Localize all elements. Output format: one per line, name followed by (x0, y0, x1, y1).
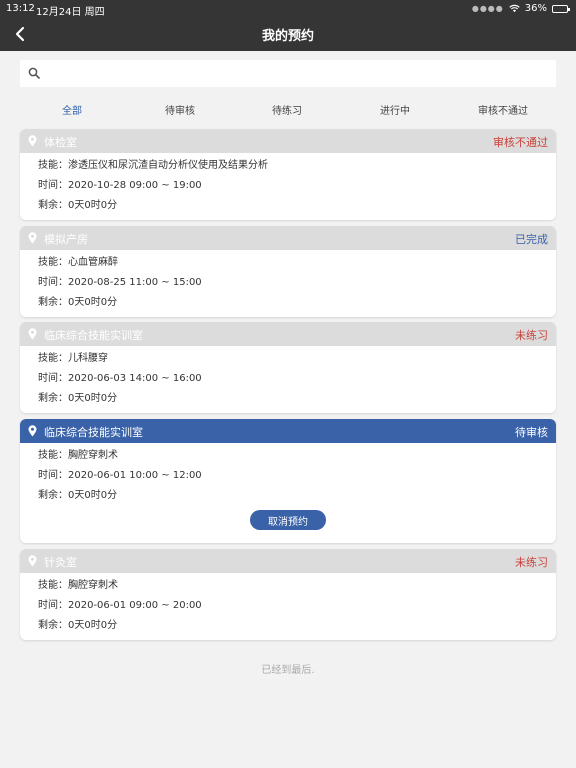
time-label: 时间： (38, 600, 68, 611)
card-body: 技能：胸腔穿刺术 时间：2020-06-01 10:00 ~ 12:00 剩余：… (20, 443, 556, 509)
location-pin-icon (28, 555, 37, 567)
status-badge: 未练习 (515, 556, 548, 569)
tab-all[interactable]: 全部 (27, 102, 117, 117)
appointment-card[interactable]: 临床综合技能实训室 未练习 技能：儿科腰穿 时间：2020-06-03 14:0… (20, 322, 556, 413)
search-input[interactable] (46, 63, 546, 84)
time-label: 时间： (38, 277, 68, 288)
remain-row: 剩余：0天0时0分 (38, 296, 556, 316)
skill-value: 儿科腰穿 (68, 353, 108, 364)
appointment-card[interactable]: 临床综合技能实训室 待审核 技能：胸腔穿刺术 时间：2020-06-01 10:… (20, 419, 556, 543)
skill-row: 技能：心血管麻醉 (38, 256, 556, 276)
skill-value: 心血管麻醉 (68, 257, 118, 268)
location-pin-icon (28, 425, 37, 437)
location-pin-icon (28, 232, 37, 244)
time-row: 时间：2020-08-25 11:00 ~ 15:00 (38, 276, 556, 296)
card-body: 技能：儿科腰穿 时间：2020-06-03 14:00 ~ 16:00 剩余：0… (20, 346, 556, 412)
remain-label: 剩余： (38, 490, 68, 501)
end-of-list-text: 已经到最后. (261, 665, 315, 676)
appointment-card[interactable]: 针灸室 未练习 技能：胸腔穿刺术 时间：2020-06-01 09:00 ~ 2… (20, 549, 556, 640)
battery-percent: 36% (524, 3, 547, 14)
skill-value: 渗透压仪和尿沉渣自动分析仪使用及结果分析 (68, 160, 268, 171)
page-title: 我的预约 (261, 29, 314, 44)
card-body: 技能：心血管麻醉 时间：2020-08-25 11:00 ~ 15:00 剩余：… (20, 250, 556, 316)
time-row: 时间：2020-06-03 14:00 ~ 16:00 (38, 372, 556, 392)
remain-label: 剩余： (38, 297, 68, 308)
remain-value: 0天0时0分 (68, 620, 118, 631)
card-body: 技能：胸腔穿刺术 时间：2020-06-01 09:00 ~ 20:00 剩余：… (20, 573, 556, 639)
room-name: 模拟产房 (44, 233, 88, 246)
tab-pending-practice[interactable]: 待练习 (242, 102, 332, 117)
remain-value: 0天0时0分 (68, 490, 118, 501)
time-label: 时间： (38, 470, 68, 481)
status-badge: 未练习 (515, 329, 548, 342)
remain-value: 0天0时0分 (68, 297, 118, 308)
room-name: 临床综合技能实训室 (44, 329, 143, 342)
time-value: 2020-08-25 11:00 ~ 15:00 (68, 277, 202, 288)
remain-value: 0天0时0分 (68, 393, 118, 404)
time-value: 2020-06-01 09:00 ~ 20:00 (68, 600, 202, 611)
time-value: 2020-06-01 10:00 ~ 12:00 (68, 470, 202, 481)
time-label: 时间： (38, 180, 68, 191)
time-row: 时间：2020-06-01 10:00 ~ 12:00 (38, 469, 556, 489)
status-bar: 13:12 12月24日 周四 ●●●● 36% (0, 0, 576, 18)
status-date: 12月24日 周四 (36, 7, 105, 18)
skill-value: 胸腔穿刺术 (68, 450, 118, 461)
location-pin-icon (28, 328, 37, 340)
time-label: 时间： (38, 373, 68, 384)
status-right: ●●●● 36% (471, 3, 570, 14)
battery-icon (552, 4, 570, 13)
card-header: 体检室 审核不通过 (20, 129, 556, 153)
skill-label: 技能： (38, 580, 68, 591)
skill-row: 技能：胸腔穿刺术 (38, 579, 556, 599)
search-bar[interactable] (20, 60, 556, 87)
status-time: 13:12 (6, 3, 35, 14)
time-value: 2020-10-28 09:00 ~ 19:00 (68, 180, 202, 191)
status-badge: 审核不通过 (493, 136, 548, 149)
time-row: 时间：2020-06-01 09:00 ~ 20:00 (38, 599, 556, 619)
skill-row: 技能：儿科腰穿 (38, 352, 556, 372)
remain-label: 剩余： (38, 620, 68, 631)
appointment-card[interactable]: 模拟产房 已完成 技能：心血管麻醉 时间：2020-08-25 11:00 ~ … (20, 226, 556, 317)
room-name: 针灸室 (44, 556, 77, 569)
status-badge: 待审核 (515, 426, 548, 439)
signal-dots-icon: ●●●● (471, 4, 504, 13)
status-badge: 已完成 (515, 233, 548, 246)
remain-row: 剩余：0天0时0分 (38, 619, 556, 639)
tab-rejected[interactable]: 审核不通过 (458, 102, 548, 117)
skill-value: 胸腔穿刺术 (68, 580, 118, 591)
card-header: 临床综合技能实训室 待审核 (20, 419, 556, 443)
card-body: 技能：渗透压仪和尿沉渣自动分析仪使用及结果分析 时间：2020-10-28 09… (20, 153, 556, 219)
time-value: 2020-06-03 14:00 ~ 16:00 (68, 373, 202, 384)
card-header: 针灸室 未练习 (20, 549, 556, 573)
remain-row: 剩余：0天0时0分 (38, 199, 556, 219)
skill-label: 技能： (38, 450, 68, 461)
remain-row: 剩余：0天0时0分 (38, 392, 556, 412)
nav-bar: 我的预约 (0, 17, 576, 51)
tab-in-progress[interactable]: 进行中 (350, 102, 440, 117)
card-header: 临床综合技能实训室 未练习 (20, 322, 556, 346)
card-header: 模拟产房 已完成 (20, 226, 556, 250)
wifi-icon (509, 4, 520, 13)
remain-value: 0天0时0分 (68, 200, 118, 211)
search-icon (28, 67, 40, 79)
location-pin-icon (28, 135, 37, 147)
skill-row: 技能：渗透压仪和尿沉渣自动分析仪使用及结果分析 (38, 159, 556, 179)
skill-row: 技能：胸腔穿刺术 (38, 449, 556, 469)
cancel-appointment-button[interactable]: 取消预约 (250, 510, 326, 530)
skill-label: 技能： (38, 257, 68, 268)
room-name: 体检室 (44, 136, 77, 149)
skill-label: 技能： (38, 353, 68, 364)
room-name: 临床综合技能实训室 (44, 426, 143, 439)
time-row: 时间：2020-10-28 09:00 ~ 19:00 (38, 179, 556, 199)
remain-label: 剩余： (38, 200, 68, 211)
filter-tabs: 全部 待审核 待练习 进行中 审核不通过 (20, 102, 556, 120)
tab-pending-review[interactable]: 待审核 (135, 102, 225, 117)
remain-row: 剩余：0天0时0分 (38, 489, 556, 509)
skill-label: 技能： (38, 160, 68, 171)
remain-label: 剩余： (38, 393, 68, 404)
appointment-card[interactable]: 体检室 审核不通过 技能：渗透压仪和尿沉渣自动分析仪使用及结果分析 时间：202… (20, 129, 556, 220)
